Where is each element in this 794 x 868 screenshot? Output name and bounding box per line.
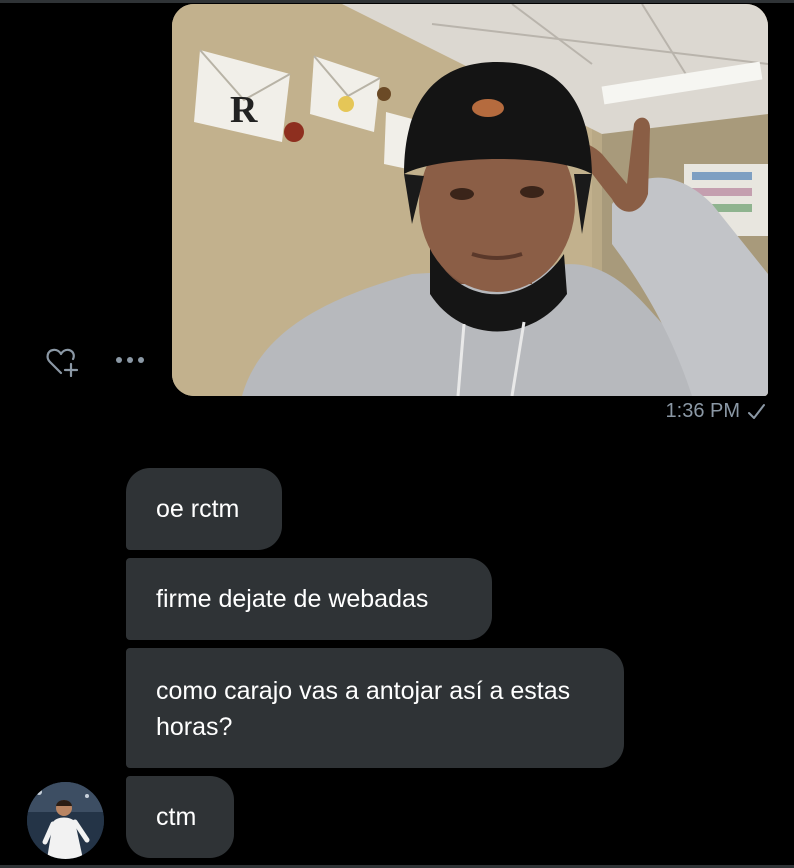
avatar-image [27, 782, 104, 859]
received-message-bubble[interactable]: ctm [126, 776, 234, 858]
more-horizontal-icon[interactable] [114, 352, 148, 368]
timestamp-text: 1:36 PM [665, 400, 740, 422]
avatar[interactable] [27, 782, 104, 859]
sent-photo[interactable]: R [172, 4, 768, 396]
message-text: oe rctm [156, 495, 240, 523]
message-text: ctm [156, 803, 197, 831]
svg-text:R: R [230, 89, 258, 131]
heart-plus-icon[interactable] [45, 345, 79, 377]
message-text: como carajo vas a antojar así a estas ho… [156, 677, 571, 741]
message-text: firme dejate de webadas [156, 585, 429, 613]
received-message-bubble[interactable]: oe rctm [126, 468, 282, 550]
received-message-bubble[interactable]: firme dejate de webadas [126, 558, 492, 640]
check-icon [748, 403, 765, 419]
top-divider [0, 0, 794, 3]
received-message-bubble[interactable]: como carajo vas a antojar así a estas ho… [126, 648, 624, 768]
photo-image: R [172, 4, 768, 396]
message-timestamp: 1:36 PM [666, 400, 766, 423]
